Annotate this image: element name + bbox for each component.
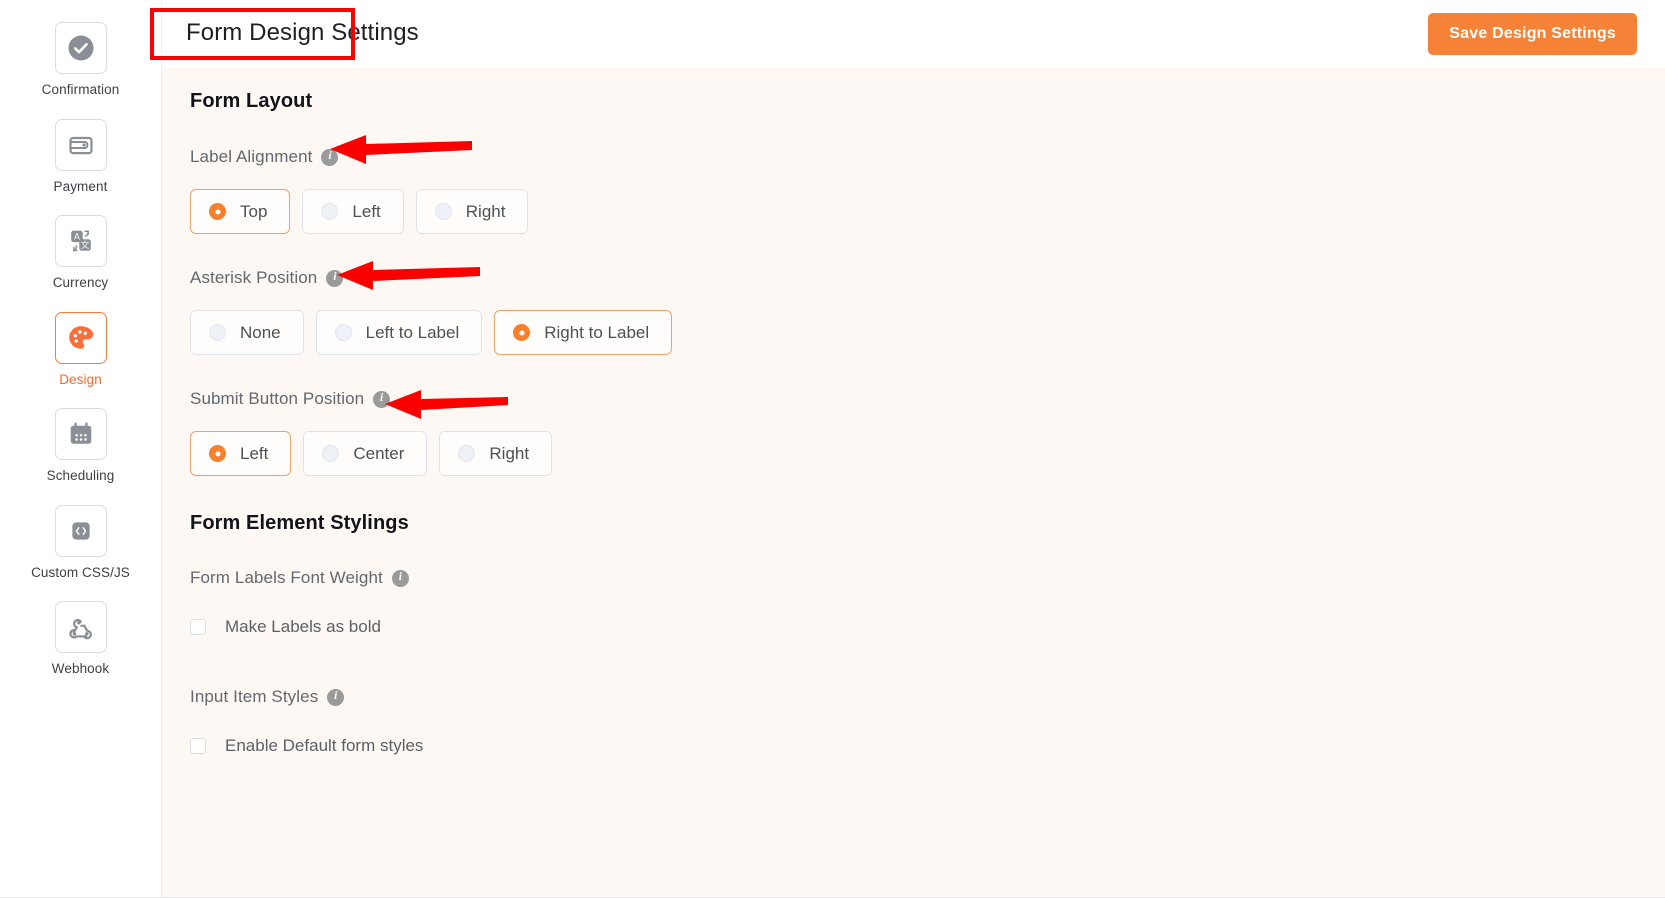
field-label-text: Input Item Styles xyxy=(190,687,319,706)
code-brackets-icon xyxy=(54,504,107,557)
info-icon[interactable]: i xyxy=(326,269,344,287)
page-title: Form Design Settings xyxy=(186,19,419,46)
radio-indicator xyxy=(334,324,352,341)
sidebar-item-label: Payment xyxy=(53,178,108,194)
sidebar-item-label: Design xyxy=(59,371,102,387)
field-label-submit-button-position: Submit Button Position i xyxy=(190,389,1665,409)
sidebar-item-label: Custom CSS/JS xyxy=(31,564,130,580)
field-label-input-item-styles: Input Item Styles i xyxy=(190,687,1665,707)
app-root: Confirmation Payment A 文 Currency Design… xyxy=(0,0,1665,898)
info-icon[interactable]: i xyxy=(373,390,391,408)
svg-text:文: 文 xyxy=(80,239,89,250)
radio-option-label: Center xyxy=(353,444,405,463)
sidebar-item-label: Currency xyxy=(52,275,109,290)
radio-option-right-to-label[interactable]: Right to Label xyxy=(494,310,673,355)
save-design-settings-button[interactable]: Save Design Settings xyxy=(1428,13,1637,55)
settings-content: Form Layout Label Alignment i Top Left R… xyxy=(162,68,1665,898)
main-panel: Form Design Settings Save Design Setting… xyxy=(162,0,1665,898)
section-heading-form-element-stylings: Form Element Stylings xyxy=(190,512,409,534)
checkbox-row-enable-default-form-styles[interactable]: Enable Default form styles xyxy=(190,737,1665,754)
page-header: Form Design Settings Save Design Setting… xyxy=(162,0,1665,68)
radio-option-label: Left to Label xyxy=(365,323,460,342)
sidebar-item-currency[interactable]: A 文 Currency xyxy=(0,215,161,290)
sidebar-item-webhook[interactable]: Webhook xyxy=(0,601,161,676)
wallet-icon xyxy=(54,118,107,171)
radio-option-label: None xyxy=(240,323,281,342)
enable-default-form-styles-checkbox[interactable] xyxy=(190,737,206,754)
radio-group-asterisk-position: None Left to Label Right to Label xyxy=(190,310,1665,355)
radio-option-label: Right to Label xyxy=(544,323,650,342)
radio-option-label: Top xyxy=(240,202,268,221)
radio-option-label: Left xyxy=(352,202,381,221)
info-icon[interactable]: i xyxy=(391,569,409,587)
sidebar-item-custom-css-js[interactable]: Custom CSS/JS xyxy=(0,504,161,580)
radio-option-label: Left xyxy=(240,444,269,463)
field-label-asterisk-position: Asterisk Position i xyxy=(190,268,1665,288)
field-label-text: Label Alignment xyxy=(190,147,313,166)
sidebar-item-confirmation[interactable]: Confirmation xyxy=(0,22,161,97)
radio-indicator xyxy=(209,324,226,341)
calendar-icon xyxy=(54,408,107,460)
checkbox-label: Make Labels as bold xyxy=(225,617,381,636)
radio-indicator xyxy=(321,203,339,220)
webhook-icon xyxy=(54,601,107,653)
settings-sidebar: Confirmation Payment A 文 Currency Design… xyxy=(0,0,162,898)
radio-option-center[interactable]: Center xyxy=(303,431,428,476)
field-label-text: Form Labels Font Weight xyxy=(190,568,383,587)
svg-text:A: A xyxy=(74,231,80,241)
sidebar-item-label: Scheduling xyxy=(46,468,115,483)
sidebar-item-label: Confirmation xyxy=(41,82,120,97)
field-label-form-labels-font-weight: Form Labels Font Weight i xyxy=(190,568,1665,588)
checkbox-row-make-labels-as-bold[interactable]: Make Labels as bold xyxy=(190,618,1665,635)
translate-currency-icon: A 文 xyxy=(54,215,107,267)
palette-icon xyxy=(54,311,107,364)
field-label-text: Asterisk Position xyxy=(190,268,318,287)
checkbox-label: Enable Default form styles xyxy=(225,736,424,755)
radio-indicator xyxy=(434,203,452,220)
section-heading-form-layout: Form Layout xyxy=(190,90,313,112)
radio-indicator xyxy=(458,445,476,462)
make-labels-bold-checkbox[interactable] xyxy=(190,618,206,635)
radio-group-submit-button-position: Left Center Right xyxy=(190,431,1665,476)
sidebar-item-design[interactable]: Design xyxy=(0,311,161,387)
radio-option-left[interactable]: Left xyxy=(190,431,292,476)
sidebar-item-payment[interactable]: Payment xyxy=(0,118,161,194)
info-icon[interactable]: i xyxy=(321,148,339,166)
radio-option-right[interactable]: Right xyxy=(439,431,553,476)
check-circle-icon xyxy=(54,22,107,74)
radio-group-label-alignment: Top Left Right xyxy=(190,189,1665,234)
radio-indicator xyxy=(209,203,226,220)
radio-option-left[interactable]: Left xyxy=(302,189,404,234)
info-icon[interactable]: i xyxy=(327,688,345,706)
radio-indicator xyxy=(322,445,340,462)
radio-option-label: Right xyxy=(465,202,506,221)
field-label-text: Submit Button Position xyxy=(190,389,365,408)
radio-option-label: Right xyxy=(489,444,530,463)
radio-option-none[interactable]: None xyxy=(190,310,304,355)
radio-indicator xyxy=(209,445,226,462)
radio-option-right[interactable]: Right xyxy=(415,189,529,234)
radio-option-left-to-label[interactable]: Left to Label xyxy=(315,310,483,355)
sidebar-item-scheduling[interactable]: Scheduling xyxy=(0,408,161,483)
radio-option-top[interactable]: Top xyxy=(190,189,291,234)
radio-indicator xyxy=(513,324,531,341)
field-label-label-alignment: Label Alignment i xyxy=(190,147,1665,167)
sidebar-item-label: Webhook xyxy=(51,661,110,676)
